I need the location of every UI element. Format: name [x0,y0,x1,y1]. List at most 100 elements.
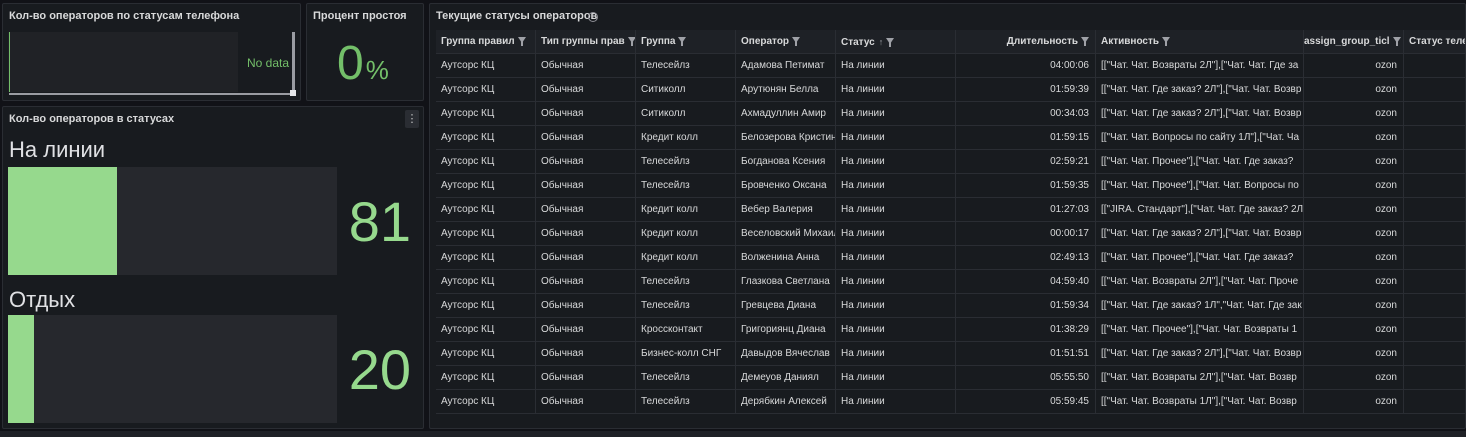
filter-icon[interactable] [886,38,895,48]
plot-axis-line [9,32,10,92]
table-cell: 01:27:03 [956,198,1096,222]
panel-title[interactable]: Процент простоя [313,10,407,22]
table-cell: Обычная [536,270,636,294]
table-cell: 01:59:34 [956,294,1096,318]
table-cell: ozon [1304,390,1404,414]
column-header-label: Группа правил [441,36,515,47]
table-cell: 00:34:03 [956,102,1096,126]
table-cell: Обычная [536,174,636,198]
table-row[interactable]: Аутсорс КЦ Обычная Телесейлз Гревцева Диана… [436,294,1465,318]
table-row[interactable]: Аутсорс КЦ Обычная Телесейлз Дерябкин Алекс… [436,390,1465,414]
table-cell: ozon [1304,150,1404,174]
vertical-dots-icon[interactable]: ⋮ [405,110,419,128]
table-cell: Кроссконтакт [636,318,736,342]
table-cell: Аутсорс КЦ [436,222,536,246]
table-cell: На линии [836,150,956,174]
filter-icon[interactable] [1081,37,1089,47]
table-row[interactable]: Аутсорс КЦ Обычная Ситиколл Арутюнян Белла Н… [436,78,1465,102]
table-row[interactable]: Аутсорс КЦ Обычная Телесейлз Глазкова Светл… [436,270,1465,294]
operators-table: Группа правил Тип группы прав Группа Операт… [436,30,1466,428]
table-cell: Аутсорс КЦ [436,366,536,390]
table-cell: [["Чат. Чат. Где заказ? 2Л"],["Чат. Чат.… [1096,222,1304,246]
table-cell: [["Чат. Чат. Возвраты 1Л"],["Чат. Чат. В… [1096,390,1304,414]
column-header-label: Статус теле [1409,36,1466,47]
stat-unit: % [365,55,389,85]
gauge-value-rest: 20 [348,338,411,401]
table-cell: 02:59:21 [956,150,1096,174]
table-cell: Аутсорс КЦ [436,150,536,174]
table-cell: [["Чат. Чат. Прочее"],["Чат. Чат. Вопрос… [1096,174,1304,198]
column-header[interactable]: Группа правил [436,30,536,54]
horizontal-scrollbar[interactable] [9,93,293,95]
table-cell: На линии [836,294,956,318]
filter-icon[interactable] [678,37,687,47]
table-cell: На линии [836,102,956,126]
table-row[interactable]: Аутсорс КЦ Обычная Телесейлз Адамова Петима… [436,54,1465,78]
table-cell: Телесейлз [636,366,736,390]
table-row[interactable]: Аутсорс КЦ Обычная Кроссконтакт Григориянц … [436,318,1465,342]
stat-value: 0% [337,34,389,100]
column-header[interactable]: Тип группы прав [536,30,636,54]
table-row[interactable]: Аутсорс КЦ Обычная Кредит колл Веселовский … [436,222,1465,246]
column-header[interactable]: Статус ↑ [836,30,956,54]
table-cell: Веселовский Михаил [736,222,836,246]
table-cell: Телесейлз [636,54,736,78]
table-cell: ozon [1304,318,1404,342]
table-cell: 04:00:06 [956,54,1096,78]
table-cell: Телесейлз [636,270,736,294]
table-row[interactable]: Аутсорс КЦ Обычная Телесейлз Богданова Ксен… [436,150,1465,174]
column-header-label: assign_group_ticl [1304,36,1390,47]
filter-icon[interactable] [1392,37,1401,47]
gauge-fill-online [8,167,117,275]
column-header[interactable]: Оператор [736,30,836,54]
table-row[interactable]: Аутсорс КЦ Обычная Бизнес-колл СНГ Давыдов … [436,342,1465,366]
column-header[interactable]: assign_group_ticl [1304,30,1404,54]
table-cell: Обычная [536,318,636,342]
table-cell: 01:59:39 [956,78,1096,102]
table-cell: [["Чат. Чат. Возвраты 2Л"],["Чат. Чат. П… [1096,270,1304,294]
table-cell: Кредит колл [636,246,736,270]
table-cell [1404,54,1465,78]
table-cell: [["Чат. Чат. Прочее"],["Чат. Чат. Где за… [1096,246,1304,270]
table-cell: ozon [1304,246,1404,270]
table-row[interactable]: Аутсорс КЦ Обычная Ситиколл Ахмадуллин Амир… [436,102,1465,126]
table-row[interactable]: Аутсорс КЦ Обычная Кредит колл Вебер Валери… [436,198,1465,222]
table-cell: Аутсорс КЦ [436,198,536,222]
info-icon[interactable]: i [588,12,598,22]
no-data-label: No data [247,56,290,70]
table-cell: 01:38:29 [956,318,1096,342]
vertical-scrollbar[interactable] [292,32,295,90]
column-header[interactable]: Статус теле [1404,30,1466,54]
sort-ascending-icon[interactable]: ↑ [879,37,884,47]
table-cell: Телесейлз [636,150,736,174]
table-cell: Кредит колл [636,198,736,222]
table-cell [1404,126,1465,150]
phone-status-panel: Кол-во операторов по статусам телефона N… [2,3,301,101]
table-cell: ozon [1304,102,1404,126]
table-cell: На линии [836,174,956,198]
resize-handle[interactable] [290,90,296,96]
current-statuses-panel: Текущие статусы операторов i Группа прав… [429,3,1466,429]
table-cell [1404,366,1465,390]
table-row[interactable]: Аутсорс КЦ Обычная Телесейлз Демеуов Даниял… [436,366,1465,390]
filter-icon[interactable] [792,37,801,47]
filter-icon[interactable] [627,37,635,47]
table-cell: На линии [836,342,956,366]
table-cell [1404,246,1465,270]
table-row[interactable]: Аутсорс КЦ Обычная Телесейлз Бровченко Окса… [436,174,1465,198]
table-row[interactable]: Аутсорс КЦ Обычная Кредит колл Белозерова К… [436,126,1465,150]
column-header[interactable]: Группа [636,30,736,54]
table-cell: Волженина Анна [736,246,836,270]
panel-title[interactable]: Кол-во операторов по статусам телефона [9,10,239,22]
table-row[interactable]: Аутсорс КЦ Обычная Кредит колл Волженина Ан… [436,246,1465,270]
table-cell: На линии [836,198,956,222]
filter-icon[interactable] [1162,37,1171,47]
table-cell: ozon [1304,126,1404,150]
panel-title[interactable]: Текущие статусы операторов [436,10,597,22]
filter-icon[interactable] [517,37,526,47]
panel-title[interactable]: Кол-во операторов в статусах [9,113,174,125]
table-cell: Ахмадуллин Амир [736,102,836,126]
table-cell: На линии [836,318,956,342]
column-header[interactable]: Длительность [956,30,1096,54]
column-header[interactable]: Активность [1096,30,1304,54]
